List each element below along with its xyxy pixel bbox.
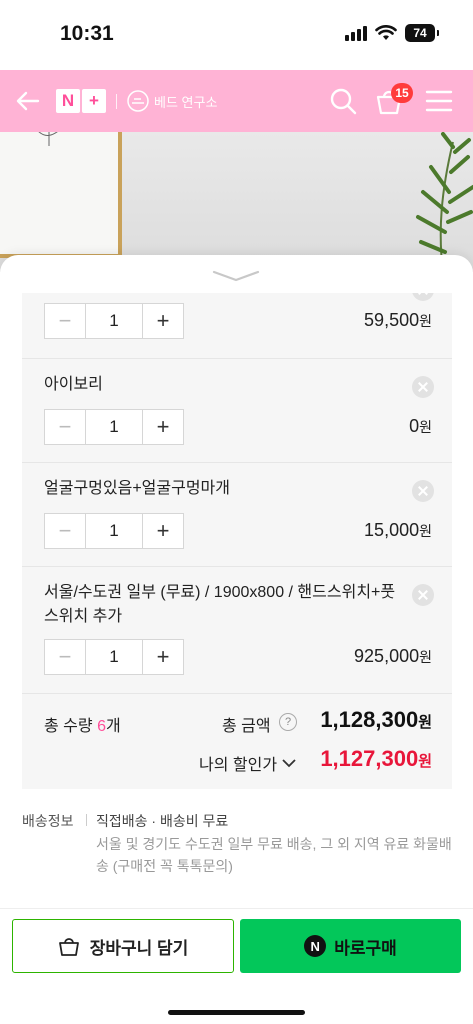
option-item: 서울/수도권 일부 (무료) / 1900x800 / 핸드스위치+풋스위치 추… xyxy=(22,567,452,697)
total-amount-label: 총 금액 xyxy=(222,718,271,735)
quantity-stepper[interactable]: − 1 + xyxy=(44,513,184,549)
store-name[interactable]: 베드 연구소 xyxy=(154,92,217,111)
sheet-collapse-chevron-icon[interactable] xyxy=(212,268,260,284)
option-name: 얼굴구멍있음+얼굴구멍마개 xyxy=(44,480,230,497)
quantity-minus-button[interactable]: − xyxy=(45,304,85,338)
product-option-screen: 10:31 74 N + 베드 연구소 15 − 1 + 59,500원 아이보… xyxy=(0,0,473,1024)
add-to-cart-label: 장바구니 담기 xyxy=(89,938,189,958)
option-name: 아이보리 xyxy=(44,376,103,393)
quantity-minus-button[interactable]: − xyxy=(45,410,85,444)
shopping-bag-icon xyxy=(58,938,79,956)
quantity-value[interactable]: 1 xyxy=(85,640,143,674)
add-to-cart-button[interactable]: 장바구니 담기 xyxy=(12,919,234,973)
option-price: 15,000원 xyxy=(364,520,432,540)
shipping-label: 배송정보 xyxy=(22,813,74,829)
quantity-value[interactable]: 1 xyxy=(85,514,143,548)
quantity-plus-button[interactable]: + xyxy=(143,304,183,338)
option-price: 925,000원 xyxy=(354,646,432,666)
chevron-down-icon xyxy=(282,759,296,768)
status-icons: 74 xyxy=(345,24,439,42)
shipping-divider xyxy=(86,814,87,826)
quantity-value[interactable]: 1 xyxy=(85,410,143,444)
option-price: 0원 xyxy=(409,416,432,436)
option-item: 얼굴구멍있음+얼굴구멍마개 − 1 + 15,000원 xyxy=(22,463,452,567)
purchase-action-bar: 장바구니 담기 N 바로구매 xyxy=(0,908,473,1024)
store-header: N + 베드 연구소 15 xyxy=(0,70,473,132)
wall-frame-image xyxy=(0,132,122,258)
wifi-icon xyxy=(375,25,397,40)
shipping-method: 직접배송 · 배송비 무료 xyxy=(96,813,229,829)
signal-icon xyxy=(345,25,367,41)
help-icon[interactable]: ? xyxy=(279,713,297,731)
option-item: 아이보리 − 1 + 0원 xyxy=(22,359,452,463)
quantity-stepper[interactable]: − 1 + xyxy=(44,639,184,675)
discount-price-toggle[interactable]: 나의 할인가 xyxy=(199,751,296,775)
quantity-minus-button[interactable]: − xyxy=(45,640,85,674)
total-quantity: 총 수량 6개 xyxy=(44,718,121,735)
remove-option-icon[interactable] xyxy=(412,584,434,606)
search-icon[interactable] xyxy=(328,86,358,116)
option-item: − 1 + 59,500원 xyxy=(22,293,452,359)
order-totals: 총 수량 6개 총 금액 ? 1,128,300원 나의 할인가 1,127,3… xyxy=(22,693,452,789)
store-logo-icon xyxy=(127,90,149,112)
remove-option-icon[interactable] xyxy=(412,376,434,398)
quantity-stepper[interactable]: − 1 + xyxy=(44,303,184,339)
remove-option-icon[interactable] xyxy=(412,293,434,301)
battery-icon: 74 xyxy=(405,24,439,42)
buy-now-label: 바로구매 xyxy=(334,938,397,958)
naver-plus-logo[interactable]: N + xyxy=(56,89,106,113)
buy-now-button[interactable]: N 바로구매 xyxy=(240,919,461,973)
quantity-stepper[interactable]: − 1 + xyxy=(44,409,184,445)
discount-amount: 1,127,300원 xyxy=(320,746,432,771)
naver-n-mark: N xyxy=(56,89,80,113)
quantity-plus-button[interactable]: + xyxy=(143,640,183,674)
status-time: 10:31 xyxy=(60,22,114,45)
total-amount: 1,128,300원 xyxy=(320,707,432,732)
status-bar: 10:31 74 xyxy=(0,0,473,70)
header-divider xyxy=(116,94,117,109)
product-photo xyxy=(0,132,473,272)
home-indicator xyxy=(168,1010,305,1015)
option-price: 59,500원 xyxy=(364,310,432,330)
plant-image xyxy=(416,132,473,272)
cart-count-badge: 15 xyxy=(391,83,413,103)
quantity-minus-button[interactable]: − xyxy=(45,514,85,548)
back-arrow-icon[interactable] xyxy=(14,87,42,115)
selected-options-list[interactable]: − 1 + 59,500원 아이보리 − 1 + 0원 얼굴구멍있음+얼굴구멍마… xyxy=(22,293,452,733)
menu-icon[interactable] xyxy=(425,88,453,114)
discount-price-label: 나의 할인가 xyxy=(199,757,278,774)
quantity-plus-button[interactable]: + xyxy=(143,514,183,548)
naver-pay-icon: N xyxy=(304,935,327,957)
remove-option-icon[interactable] xyxy=(412,480,434,502)
naver-plus-mark: + xyxy=(82,89,106,113)
shipping-note: 서울 및 경기도 수도권 일부 무료 배송, 그 외 지역 유료 화물배송 (구… xyxy=(96,836,452,874)
quantity-plus-button[interactable]: + xyxy=(143,410,183,444)
option-name: 서울/수도권 일부 (무료) / 1900x800 / 핸드스위치+풋스위치 추… xyxy=(44,584,396,625)
quantity-value[interactable]: 1 xyxy=(85,304,143,338)
